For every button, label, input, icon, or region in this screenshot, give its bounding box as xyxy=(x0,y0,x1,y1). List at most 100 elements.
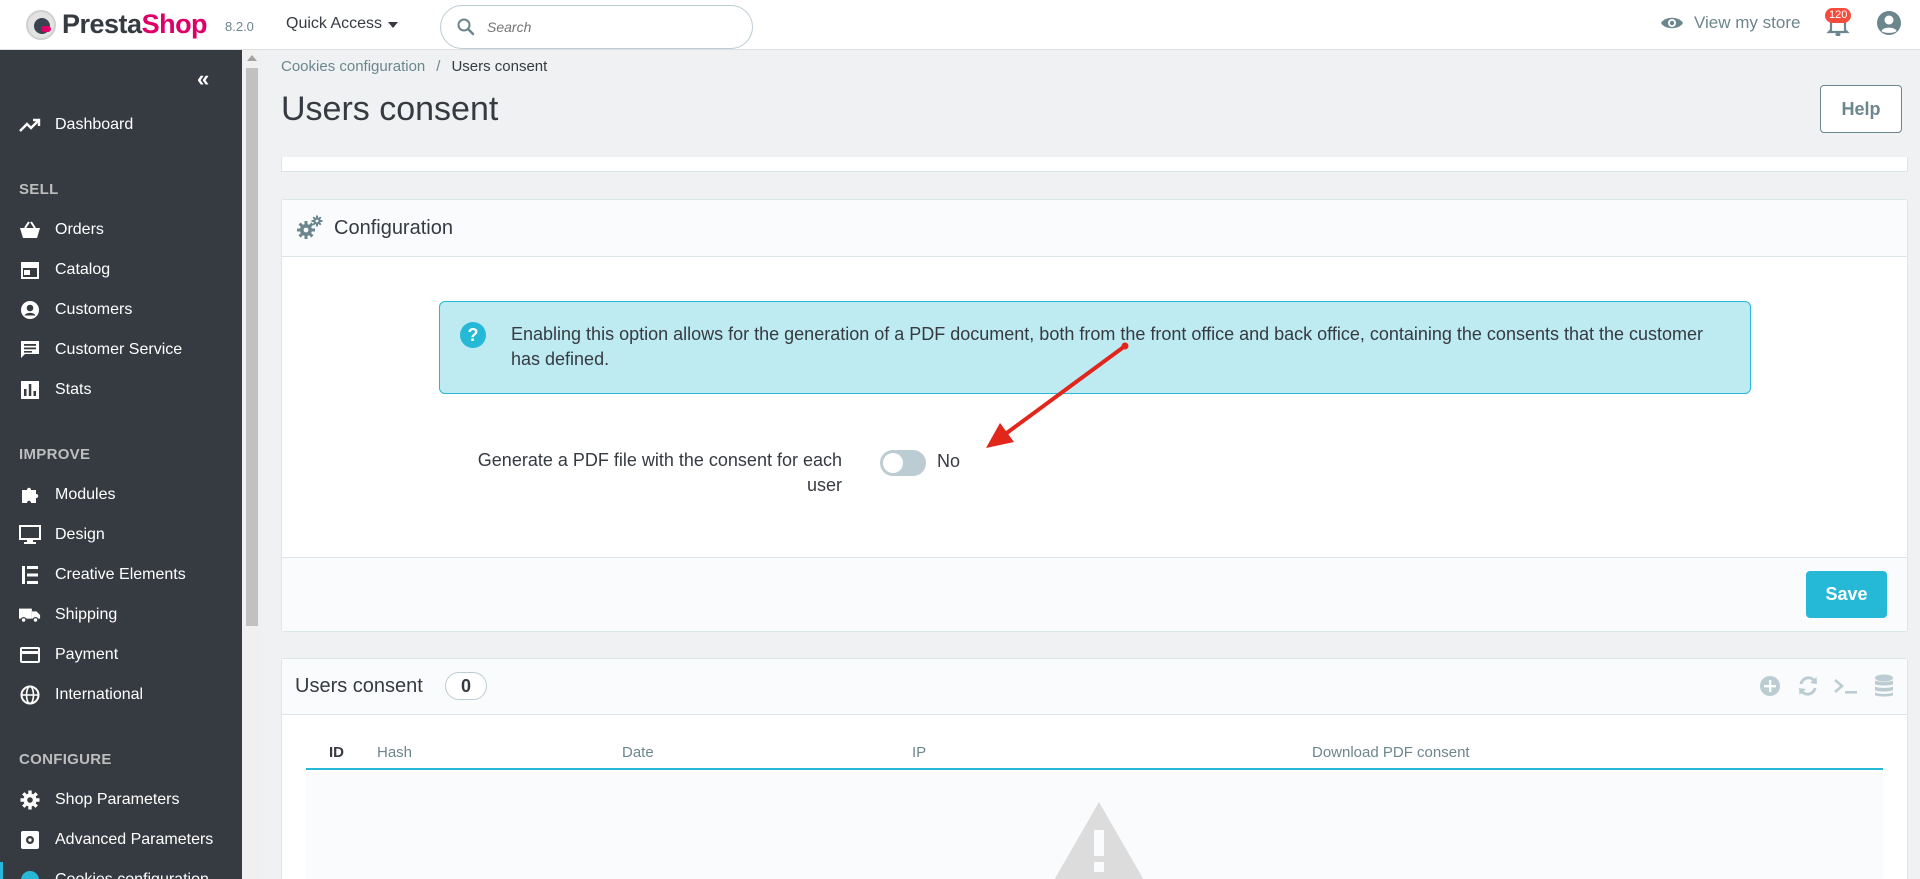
trending-up-icon xyxy=(19,115,41,135)
logo-text-shop: Shop xyxy=(141,9,208,39)
sidebar-item-creative-elements[interactable]: Creative Elements xyxy=(0,557,242,593)
puzzle-icon xyxy=(19,485,41,505)
list-toolbar xyxy=(1757,673,1897,699)
store-icon xyxy=(19,260,41,280)
chat-icon xyxy=(19,340,41,360)
sidebar-item-label: Customer Service xyxy=(55,341,183,358)
section-improve: IMPROVE xyxy=(19,446,91,463)
notifications-button[interactable]: 120 xyxy=(1824,8,1852,38)
section-configure: CONFIGURE xyxy=(19,751,112,768)
sidebar-item-payment[interactable]: Payment xyxy=(0,637,242,673)
column-header-hash[interactable]: Hash xyxy=(377,744,412,761)
sidebar-item-label: Shop Parameters xyxy=(55,791,180,808)
sidebar-item-label: Creative Elements xyxy=(55,566,186,583)
configuration-panel-footer: Save xyxy=(282,557,1907,631)
sidebar-item-label: Customers xyxy=(55,301,133,318)
sidebar-item-customers[interactable]: Customers xyxy=(0,292,242,328)
search-icon xyxy=(457,18,475,36)
collapse-menu-icon[interactable]: « xyxy=(197,66,209,92)
empty-list-area xyxy=(306,772,1883,879)
sidebar-item-design[interactable]: Design xyxy=(0,517,242,553)
sidebar-item-orders[interactable]: Orders xyxy=(0,212,242,248)
configuration-panel-title: Configuration xyxy=(334,216,453,239)
breadcrumb-current: Users consent xyxy=(451,58,548,75)
sidebar-item-cookies-configuration[interactable]: Cookies configuration xyxy=(0,862,242,879)
prestashop-logo[interactable]: PrestaShop xyxy=(26,9,208,40)
configuration-panel-heading: Configuration xyxy=(282,200,1907,257)
bar-chart-icon xyxy=(19,380,41,400)
breadcrumb: Cookies configuration / Users consent xyxy=(281,58,547,75)
sidebar-item-label: International xyxy=(55,686,144,703)
truck-icon xyxy=(19,605,41,625)
creative-elements-icon xyxy=(19,565,41,585)
settings-box-icon xyxy=(19,830,41,850)
column-header-id[interactable]: ID xyxy=(329,744,344,761)
search-input[interactable] xyxy=(487,19,727,35)
account-button[interactable] xyxy=(1876,10,1902,36)
toggle-knob xyxy=(883,453,903,473)
column-header-ip[interactable]: IP xyxy=(912,744,926,761)
sidebar-item-label: Cookies configuration xyxy=(55,871,209,879)
section-sell: SELL xyxy=(19,181,59,198)
users-consent-list-panel: Users consent 0 ID Hash Date IP Download… xyxy=(281,658,1908,879)
sidebar-item-label: Orders xyxy=(55,221,104,238)
database-icon[interactable] xyxy=(1871,673,1897,699)
sidebar-scroll-thumb[interactable] xyxy=(246,68,258,626)
desktop-icon xyxy=(19,525,41,545)
help-button[interactable]: Help xyxy=(1820,85,1902,133)
list-panel-heading: Users consent 0 xyxy=(282,659,1907,715)
quick-access-label: Quick Access xyxy=(286,15,383,32)
notifications-badge: 120 xyxy=(1825,8,1852,23)
prestashop-puffin-icon xyxy=(26,9,56,40)
refresh-icon[interactable] xyxy=(1795,673,1821,699)
sidebar-item-international[interactable]: International xyxy=(0,677,242,713)
sidebar-item-label: Stats xyxy=(55,381,92,398)
collapsed-panel-edge xyxy=(281,157,1908,172)
sidebar-item-catalog[interactable]: Catalog xyxy=(0,252,242,288)
breadcrumb-separator: / xyxy=(436,58,441,75)
column-header-download-pdf[interactable]: Download PDF consent xyxy=(1312,744,1470,761)
sidebar-item-label: Catalog xyxy=(55,261,111,278)
sidebar-item-shop-parameters[interactable]: Shop Parameters xyxy=(0,782,242,818)
eye-icon xyxy=(1661,17,1683,29)
cookie-icon xyxy=(19,870,41,879)
sidebar-item-shipping[interactable]: Shipping xyxy=(0,597,242,633)
sidebar-item-stats[interactable]: Stats xyxy=(0,372,242,408)
top-header: PrestaShop 8.2.0 Quick Access View my st… xyxy=(0,0,1920,50)
add-new-icon[interactable] xyxy=(1757,673,1783,699)
generate-pdf-toggle[interactable] xyxy=(880,450,926,476)
sidebar-item-customer-service[interactable]: Customer Service xyxy=(0,332,242,368)
sidebar-item-label: Payment xyxy=(55,646,119,663)
sidebar-item-label: Modules xyxy=(55,486,116,503)
version-label: 8.2.0 xyxy=(225,19,254,34)
cogs-icon xyxy=(296,215,324,241)
list-panel-title: Users consent xyxy=(295,675,423,697)
breadcrumb-parent-link[interactable]: Cookies configuration xyxy=(281,58,425,75)
account-circle-icon xyxy=(19,300,41,320)
warning-icon xyxy=(1054,802,1144,879)
sidebar-item-label: Design xyxy=(55,526,105,543)
view-my-store-link[interactable]: View my store xyxy=(1660,13,1800,33)
annotation-arrow-icon xyxy=(986,342,1129,448)
logo-text-presta: Presta xyxy=(62,9,142,39)
sidebar-item-label: Shipping xyxy=(55,606,118,623)
column-header-date[interactable]: Date xyxy=(622,744,654,761)
sidebar-item-label: Advanced Parameters xyxy=(55,831,214,848)
list-table-header: ID Hash Date IP Download PDF consent xyxy=(306,737,1883,770)
search-box[interactable] xyxy=(440,5,753,49)
shopping-basket-icon xyxy=(19,220,41,240)
view-my-store-label: View my store xyxy=(1694,13,1801,32)
sidebar-item-dashboard[interactable]: Dashboard xyxy=(0,107,242,143)
quick-access-dropdown[interactable]: Quick Access xyxy=(286,15,399,33)
user-account-icon xyxy=(1877,11,1901,35)
caret-down-icon xyxy=(388,22,399,28)
list-count-badge: 0 xyxy=(445,672,487,700)
sidebar-item-modules[interactable]: Modules xyxy=(0,477,242,513)
logo-text: PrestaShop xyxy=(62,9,208,40)
scroll-up-arrow-icon[interactable] xyxy=(247,55,257,61)
terminal-icon[interactable] xyxy=(1833,673,1859,699)
sidebar-item-advanced-parameters[interactable]: Advanced Parameters xyxy=(0,822,242,858)
save-button[interactable]: Save xyxy=(1806,571,1887,618)
globe-icon xyxy=(19,685,41,705)
help-question-icon: ? xyxy=(460,322,486,348)
